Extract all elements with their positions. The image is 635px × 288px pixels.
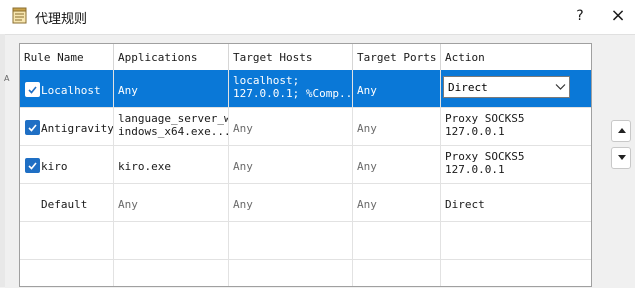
empty-row xyxy=(20,222,591,260)
chevron-down-icon xyxy=(555,84,566,90)
enabled-checkbox[interactable] xyxy=(25,158,40,173)
close-button[interactable]: × xyxy=(606,5,630,27)
applications-cell: language_server_w indows_x64.exe... xyxy=(114,108,229,145)
table-row[interactable]: Localhost Any localhost; 127.0.0.1; %Com… xyxy=(20,70,591,108)
rule-name: Localhost xyxy=(41,84,101,97)
target-hosts-cell: localhost; 127.0.0.1; %Comp... xyxy=(229,70,353,107)
checkmark-icon xyxy=(28,86,37,94)
help-button[interactable]: ? xyxy=(571,6,589,26)
target-hosts-value: localhost; 127.0.0.1; %Comp... xyxy=(233,74,353,100)
rule-name: kiro xyxy=(41,160,68,173)
action-value: Direct xyxy=(445,198,485,211)
background-letter: A xyxy=(4,74,10,83)
target-hosts-value: Any xyxy=(233,198,253,211)
table-row[interactable]: kiro kiro.exe Any Any Proxy SOCKS5 127.0… xyxy=(20,146,591,184)
column-header-rule-name[interactable]: Rule Name xyxy=(20,44,114,70)
target-hosts-value: Any xyxy=(233,122,253,135)
triangle-down-icon xyxy=(618,155,626,160)
action-cell: Direct xyxy=(441,184,591,221)
column-header-action[interactable]: Action xyxy=(441,44,591,70)
rule-name-cell: kiro xyxy=(20,146,114,183)
column-divider xyxy=(440,70,441,286)
rule-name: Default xyxy=(41,198,88,211)
target-ports-cell: Any xyxy=(353,70,441,107)
column-divider xyxy=(228,70,229,286)
applications-cell: Any xyxy=(114,70,229,107)
table-row[interactable]: Antigravity language_server_w indows_x64… xyxy=(20,108,591,146)
enabled-checkbox[interactable] xyxy=(25,120,40,135)
target-ports-value: Any xyxy=(357,84,377,97)
target-ports-cell: Any xyxy=(353,184,441,221)
rule-name-cell: Localhost xyxy=(20,70,114,107)
target-ports-value: Any xyxy=(357,160,377,173)
target-ports-cell: Any xyxy=(353,108,441,145)
applications-value: kiro.exe xyxy=(118,160,171,173)
action-cell: Proxy SOCKS5 127.0.0.1 xyxy=(441,146,591,183)
move-up-button[interactable] xyxy=(611,120,631,142)
rule-name-cell: Antigravity xyxy=(20,108,114,145)
checkmark-icon xyxy=(28,124,37,132)
action-value: Proxy SOCKS5 127.0.0.1 xyxy=(445,112,525,138)
table-row[interactable]: Default Any Any Any Direct xyxy=(20,184,591,222)
applications-value: language_server_w indows_x64.exe... xyxy=(118,112,229,138)
applications-cell: kiro.exe xyxy=(114,146,229,183)
column-header-target-ports[interactable]: Target Ports xyxy=(353,44,441,70)
column-divider xyxy=(113,70,114,286)
column-divider xyxy=(352,70,353,286)
applications-value: Any xyxy=(118,198,138,211)
checkmark-icon xyxy=(28,162,37,170)
move-down-button[interactable] xyxy=(611,147,631,169)
applications-cell: Any xyxy=(114,184,229,221)
triangle-up-icon xyxy=(618,128,626,133)
target-hosts-cell: Any xyxy=(229,146,353,183)
rule-name: Antigravity xyxy=(41,122,114,135)
action-cell: Direct xyxy=(441,70,591,107)
target-hosts-value: Any xyxy=(233,160,253,173)
window-title: 代理规则 xyxy=(35,12,88,27)
empty-row xyxy=(20,260,591,286)
table-header: Rule Name Applications Target Hosts Targ… xyxy=(20,44,591,71)
rules-table: Rule Name Applications Target Hosts Targ… xyxy=(19,43,592,287)
column-header-target-hosts[interactable]: Target Hosts xyxy=(229,44,353,70)
applications-value: Any xyxy=(118,84,138,97)
action-dropdown[interactable]: Direct xyxy=(443,76,570,98)
target-hosts-cell: Any xyxy=(229,184,353,221)
action-dropdown-value: Direct xyxy=(448,81,488,94)
title-bar: 代理规则 ? × xyxy=(0,0,635,34)
target-ports-cell: Any xyxy=(353,146,441,183)
notepad-icon xyxy=(12,7,27,24)
target-hosts-cell: Any xyxy=(229,108,353,145)
rule-name-cell: Default xyxy=(20,184,114,221)
target-ports-value: Any xyxy=(357,198,377,211)
action-value: Proxy SOCKS5 127.0.0.1 xyxy=(445,150,525,176)
action-cell: Proxy SOCKS5 127.0.0.1 xyxy=(441,108,591,145)
enabled-checkbox[interactable] xyxy=(25,82,40,97)
target-ports-value: Any xyxy=(357,122,377,135)
column-header-applications[interactable]: Applications xyxy=(114,44,229,70)
